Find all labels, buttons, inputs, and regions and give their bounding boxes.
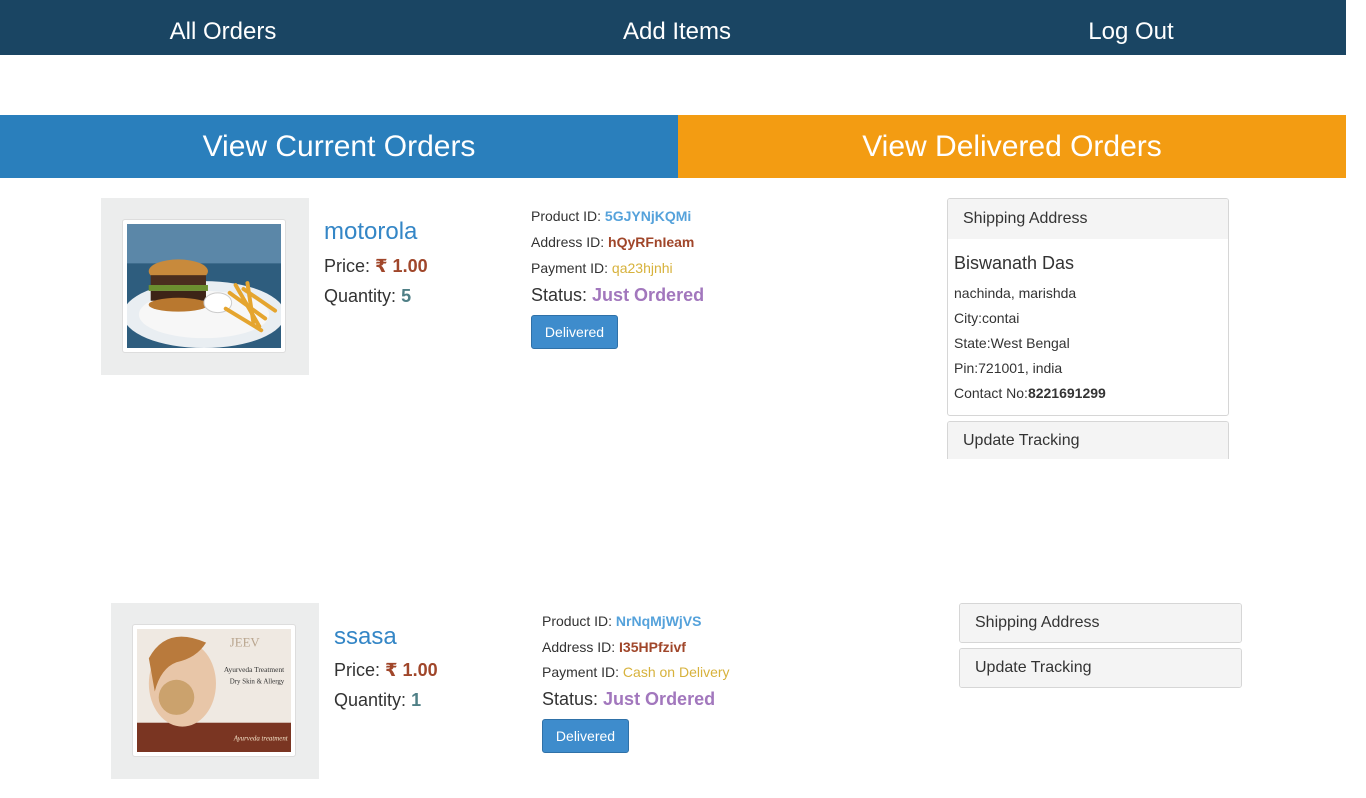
address-id-line: Address ID: I35HPfzivf — [542, 639, 686, 655]
tab-view-current-orders[interactable]: View Current Orders — [0, 115, 678, 178]
burger-fries-photo-icon — [127, 224, 281, 348]
product-id-value: 5GJYNjKQMi — [604, 208, 692, 224]
product-image — [122, 219, 286, 353]
price-line: Price: ₹ 1.00 — [334, 660, 438, 681]
update-tracking-toggle[interactable]: Update Tracking — [948, 422, 1228, 459]
tab-view-delivered-orders[interactable]: View Delivered Orders — [678, 115, 1346, 178]
price-value: ₹ 1.00 — [385, 660, 438, 680]
payment-id-value: Cash on Delivery — [622, 664, 730, 680]
shipping-address-panel: Shipping Address Biswanath Das nachinda,… — [947, 198, 1229, 416]
product-id-label: Product ID: — [542, 613, 613, 629]
address-id-label: Address ID: — [542, 639, 616, 655]
product-id-line: Product ID: NrNqMjWjVS — [542, 613, 701, 629]
shipping-address-body: Biswanath Das nachinda, marishda City:co… — [948, 239, 1228, 412]
address-id-label: Address ID: — [531, 234, 605, 250]
payment-id-line: Payment ID: Cash on Delivery — [542, 664, 730, 680]
product-id-value: NrNqMjWjVS — [615, 613, 702, 629]
price-label: Price: — [334, 660, 381, 680]
delivered-button[interactable]: Delivered — [531, 315, 618, 349]
nav-log-out[interactable]: Log Out — [1088, 0, 1173, 54]
payment-id-value: qa23hjnhi — [611, 260, 673, 276]
quantity-line: Quantity: 5 — [324, 286, 411, 307]
quantity-value: 5 — [401, 286, 412, 306]
update-tracking-toggle[interactable]: Update Tracking — [960, 649, 1241, 687]
payment-id-label: Payment ID: — [531, 260, 609, 276]
nav-all-orders[interactable]: All Orders — [170, 0, 277, 54]
price-label: Price: — [324, 256, 371, 276]
recipient-name: Biswanath Das — [954, 253, 1075, 273]
delivered-button[interactable]: Delivered — [542, 719, 629, 753]
poster-footer-text: Ayurveda treatment — [233, 735, 289, 742]
status-label: Status: — [542, 689, 599, 709]
poster-brand-text: JEEV — [230, 636, 261, 650]
status-line: Status: Just Ordered — [531, 285, 704, 306]
payment-id-label: Payment ID: — [542, 664, 620, 680]
product-id-line: Product ID: 5GJYNjKQMi — [531, 208, 691, 224]
contact-number: 8221691299 — [1027, 385, 1106, 401]
product-id-label: Product ID: — [531, 208, 602, 224]
price-line: Price: ₹ 1.00 — [324, 256, 428, 277]
product-image: JEEV Ayurveda Treatment Dry Skin & Aller… — [132, 624, 296, 757]
shipping-address-toggle[interactable]: Shipping Address — [948, 199, 1228, 239]
address-city: City:contai — [954, 310, 1020, 326]
quantity-label: Quantity: — [324, 286, 397, 306]
product-image-frame: JEEV Ayurveda Treatment Dry Skin & Aller… — [111, 603, 319, 779]
product-image-frame — [101, 198, 309, 375]
status-label: Status: — [531, 285, 588, 305]
quantity-line: Quantity: 1 — [334, 690, 421, 711]
top-navbar: All Orders Add Items Log Out — [0, 0, 1346, 55]
address-street: nachinda, marishda — [954, 285, 1077, 301]
ayurveda-poster-photo-icon: JEEV Ayurveda Treatment Dry Skin & Aller… — [137, 629, 291, 752]
address-contact: Contact No:8221691299 — [954, 381, 1222, 406]
shipping-address-panel: Shipping Address — [959, 603, 1242, 643]
product-name[interactable]: ssasa — [334, 623, 397, 651]
address-id-value: I35HPfzivf — [619, 639, 686, 655]
shipping-address-toggle[interactable]: Shipping Address — [960, 604, 1241, 642]
address-pin: Pin:721001, india — [954, 360, 1063, 376]
payment-id-line: Payment ID: qa23hjnhi — [531, 260, 673, 276]
address-id-value: hQyRFnIeam — [608, 234, 695, 250]
status-value: Just Ordered — [592, 285, 705, 305]
price-value: ₹ 1.00 — [375, 256, 428, 276]
poster-subline-text: Dry Skin & Allergy — [230, 679, 285, 686]
quantity-value: 1 — [411, 690, 422, 710]
product-name[interactable]: motorola — [324, 218, 417, 246]
address-id-line: Address ID: hQyRFnIeam — [531, 234, 694, 250]
update-tracking-panel: Update Tracking — [947, 421, 1229, 459]
poster-headline-text: Ayurveda Treatment — [224, 665, 284, 674]
contact-label: Contact No: — [954, 385, 1028, 401]
status-line: Status: Just Ordered — [542, 689, 715, 710]
quantity-label: Quantity: — [334, 690, 407, 710]
nav-add-items[interactable]: Add Items — [623, 0, 731, 54]
address-state: State:West Bengal — [954, 335, 1070, 351]
status-value: Just Ordered — [603, 689, 716, 709]
update-tracking-panel: Update Tracking — [959, 648, 1242, 688]
